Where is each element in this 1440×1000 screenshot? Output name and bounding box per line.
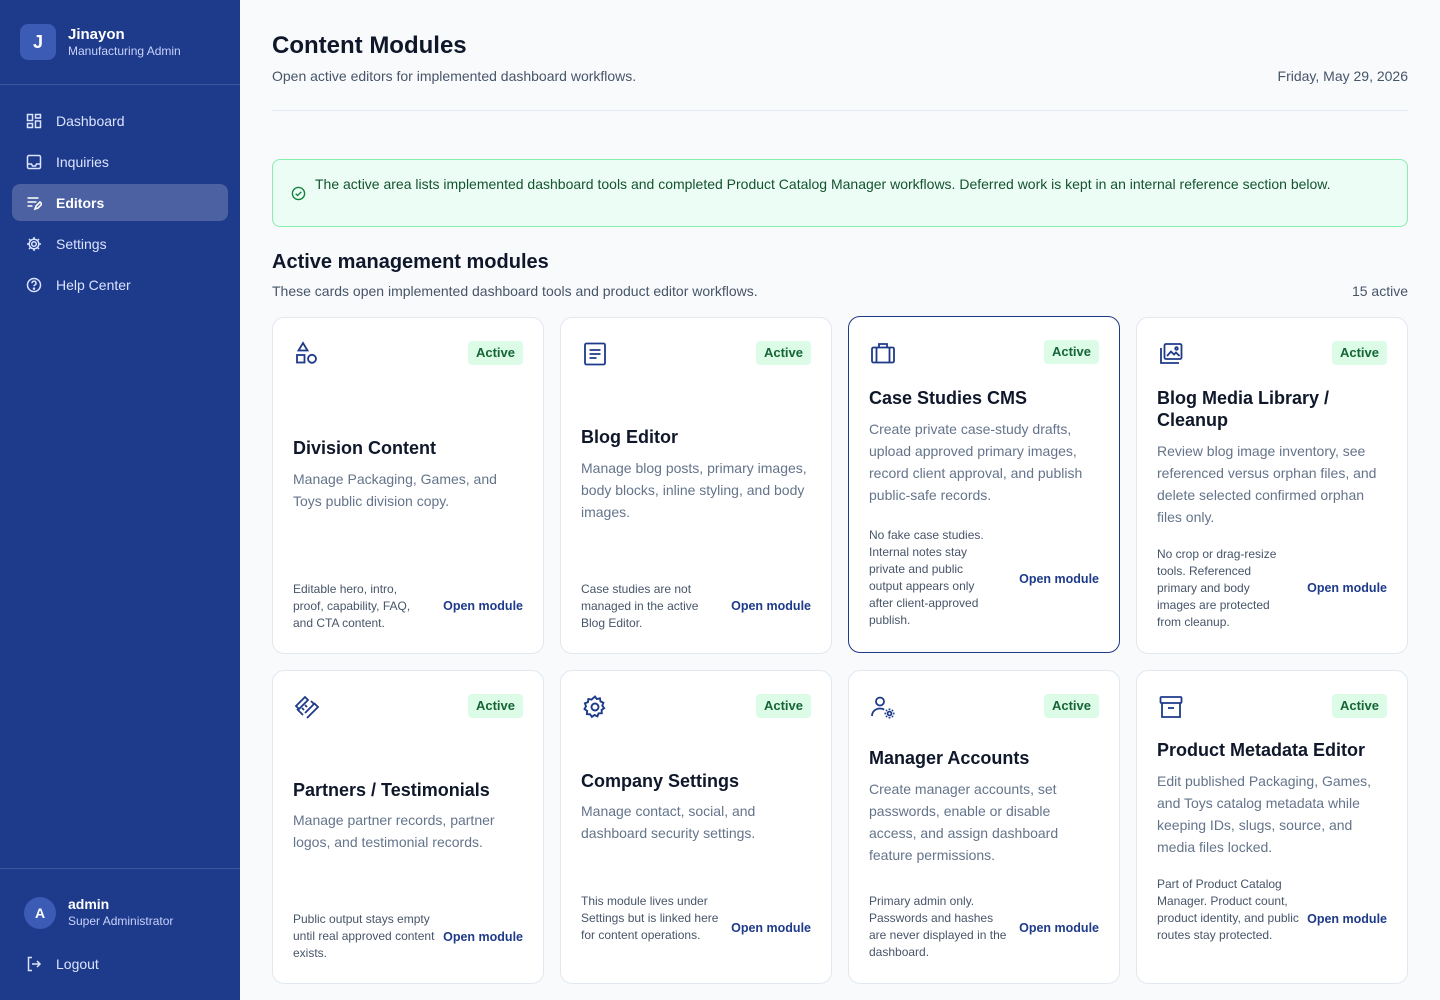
gear-icon bbox=[27, 236, 41, 251]
photo-library-icon bbox=[1157, 340, 1185, 368]
open-module-link[interactable]: Open module bbox=[1019, 921, 1099, 935]
sidebar-item-label: Settings bbox=[56, 235, 107, 252]
sidebar-bottom-divider bbox=[0, 868, 240, 869]
card-note: Case studies are not managed in the acti… bbox=[581, 582, 699, 630]
sidebar-item-label: Dashboard bbox=[56, 112, 125, 129]
open-module-link[interactable]: Open module bbox=[1019, 572, 1099, 586]
sidebar-item-settings[interactable]: Settings bbox=[12, 225, 228, 262]
user-name: admin bbox=[68, 896, 110, 912]
section-subtitle: These cards open implemented dashboard t… bbox=[272, 283, 758, 299]
brand-role: Manufacturing Admin bbox=[68, 43, 181, 58]
card-note: Primary admin only. Passwords and hashes… bbox=[869, 894, 1007, 959]
brand-avatar: J bbox=[20, 24, 56, 60]
module-card-partners-testimonials[interactable]: Active Partners / Testimonials Manage pa… bbox=[272, 670, 544, 984]
card-note: Part of Product Catalog Manager. Product… bbox=[1157, 877, 1299, 942]
card-description: Manage contact, social, and dashboard se… bbox=[581, 803, 756, 841]
card-title: Manager Accounts bbox=[869, 748, 1030, 768]
shapes-icon bbox=[293, 340, 321, 368]
module-card-blog-media-library[interactable]: Active Blog Media Library / Cleanup Revi… bbox=[1136, 317, 1408, 654]
sidebar-divider bbox=[0, 84, 240, 85]
card-title: Company Settings bbox=[581, 771, 740, 791]
open-module-link[interactable]: Open module bbox=[731, 599, 811, 613]
page-date: Friday, May 29, 2026 bbox=[1277, 68, 1408, 84]
section-title: Active management modules bbox=[272, 251, 549, 273]
card-title: Partners / Testimonials bbox=[293, 780, 490, 800]
open-module-link[interactable]: Open module bbox=[443, 930, 523, 944]
card-title: Case Studies CMS bbox=[869, 388, 1028, 408]
card-description: Manage partner records, partner logos, a… bbox=[293, 812, 495, 850]
open-module-link[interactable]: Open module bbox=[1307, 912, 1387, 926]
sidebar: J Jinayon Manufacturing Admin Dashboard … bbox=[0, 0, 240, 1000]
briefcase-icon bbox=[869, 339, 897, 367]
card-title: Blog Editor bbox=[581, 427, 678, 447]
status-badge: Active bbox=[467, 694, 523, 718]
module-card-case-studies-cms[interactable]: Active Case Studies CMS Create private c… bbox=[848, 316, 1120, 653]
sidebar-item-label: Help Center bbox=[56, 276, 131, 293]
status-badge: Active bbox=[755, 341, 811, 365]
open-module-link[interactable]: Open module bbox=[443, 599, 523, 613]
inbox-icon bbox=[26, 154, 42, 169]
status-badge: Active bbox=[1043, 340, 1099, 364]
card-note: No fake case studies. Internal notes sta… bbox=[869, 528, 984, 627]
logout-label: Logout bbox=[56, 956, 99, 972]
active-count: 15 active bbox=[1351, 283, 1408, 299]
gear-icon bbox=[581, 693, 609, 721]
card-note: No crop or drag-resize tools. Referenced… bbox=[1157, 547, 1277, 629]
module-card-division-content[interactable]: Active Division Content Manage Packaging… bbox=[272, 317, 544, 654]
card-description: Create manager accounts, set passwords, … bbox=[869, 781, 1059, 863]
module-card-product-metadata-editor[interactable]: Active Product Metadata Editor Edit publ… bbox=[1136, 670, 1408, 984]
brand-name: Jinayon bbox=[68, 25, 125, 43]
avatar: A bbox=[24, 896, 56, 929]
card-note: This module lives under Settings but is … bbox=[581, 894, 719, 942]
page-subtitle: Open active editors for implemented dash… bbox=[272, 68, 637, 84]
open-module-link[interactable]: Open module bbox=[1307, 581, 1387, 595]
page-title: Content Modules bbox=[272, 32, 467, 59]
status-badge: Active bbox=[1331, 694, 1387, 718]
sidebar-item-dashboard[interactable]: Dashboard bbox=[12, 102, 228, 139]
user-profile: A admin Super Administrator bbox=[24, 896, 173, 929]
header-divider bbox=[272, 110, 1408, 111]
editors-icon bbox=[27, 196, 42, 210]
user-settings-icon bbox=[869, 693, 897, 721]
handshake-icon bbox=[293, 693, 321, 721]
user-role: Super Administrator bbox=[68, 914, 174, 928]
card-description: Review blog image inventory, see referen… bbox=[1157, 443, 1377, 525]
status-badge: Active bbox=[467, 341, 523, 365]
module-card-manager-accounts[interactable]: Active Manager Accounts Create manager a… bbox=[848, 670, 1120, 984]
logout-icon bbox=[27, 956, 42, 972]
check-circle-icon bbox=[291, 186, 306, 201]
dashboard-icon bbox=[26, 113, 42, 128]
module-card-company-settings[interactable]: Active Company Settings Manage contact, … bbox=[560, 670, 832, 984]
card-description: Manage Packaging, Games, and Toys public… bbox=[293, 471, 497, 509]
sidebar-item-help-center[interactable]: Help Center bbox=[12, 266, 228, 303]
card-description: Edit published Packaging, Games, and Toy… bbox=[1157, 773, 1372, 855]
sidebar-item-label: Inquiries bbox=[56, 153, 109, 170]
sidebar-item-inquiries[interactable]: Inquiries bbox=[12, 143, 228, 180]
sidebar-item-label: Editors bbox=[56, 194, 105, 211]
card-title: Blog Media Library / Cleanup bbox=[1157, 388, 1330, 430]
sidebar-item-editors[interactable]: Editors bbox=[12, 184, 228, 221]
sidebar-nav: Dashboard Inquiries Editors Settings Hel… bbox=[12, 102, 228, 307]
status-badge: Active bbox=[1331, 341, 1387, 365]
card-title: Division Content bbox=[293, 438, 436, 458]
info-notice: The active area lists implemented dashbo… bbox=[272, 159, 1408, 227]
notice-text: The active area lists implemented dashbo… bbox=[315, 176, 1331, 192]
module-card-blog-editor[interactable]: Active Blog Editor Manage blog posts, pr… bbox=[560, 317, 832, 654]
card-description: Create private case-study drafts, upload… bbox=[869, 421, 1083, 503]
brand: J Jinayon Manufacturing Admin bbox=[20, 24, 181, 60]
status-badge: Active bbox=[755, 694, 811, 718]
archive-icon bbox=[1157, 693, 1185, 721]
document-icon bbox=[581, 340, 609, 368]
card-note: Public output stays empty until real app… bbox=[293, 912, 435, 960]
open-module-link[interactable]: Open module bbox=[731, 921, 811, 935]
card-note: Editable hero, intro, proof, capability,… bbox=[293, 582, 411, 630]
logout-button[interactable]: Logout bbox=[26, 956, 99, 972]
card-description: Manage blog posts, primary images, body … bbox=[581, 460, 807, 520]
card-title: Product Metadata Editor bbox=[1157, 740, 1366, 760]
help-icon bbox=[26, 277, 42, 292]
status-badge: Active bbox=[1043, 694, 1099, 718]
